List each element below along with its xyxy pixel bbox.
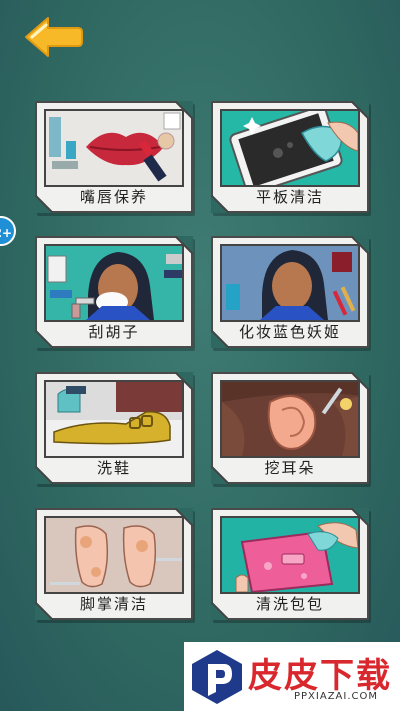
level-card-makeup[interactable]: 化妆蓝色妖姬 <box>211 236 369 348</box>
makeup-art <box>220 244 360 322</box>
lips-lipstick-art <box>44 109 184 187</box>
level-card-foot-cleaning[interactable]: 脚掌清洁 <box>35 508 193 620</box>
level-card-tablet-cleaning[interactable]: 平板清洁 <box>211 101 369 213</box>
card-label: 嘴唇保养 <box>79 188 148 206</box>
card-label: 脚掌清洁 <box>79 595 148 613</box>
bag-washing-art <box>220 516 360 594</box>
shaving-art <box>44 244 184 322</box>
card-label: 洗鞋 <box>96 459 131 477</box>
shoe-washing-art <box>44 380 184 458</box>
card-label: 化妆蓝色妖姬 <box>238 323 341 341</box>
level-card-ear-cleaning[interactable]: 挖耳朵 <box>211 372 369 484</box>
age-rating-badge[interactable]: 2+ <box>0 216 16 246</box>
card-label: 刮胡子 <box>88 323 140 341</box>
back-arrow-icon <box>25 17 83 57</box>
card-label: 平板清洁 <box>255 188 324 206</box>
level-card-shaving[interactable]: 刮胡子 <box>35 236 193 348</box>
card-label: 清洗包包 <box>255 595 324 613</box>
tablet-cleaning-art <box>220 109 360 187</box>
watermark-subtitle: PPXIAZAI.COM <box>294 691 379 702</box>
ear-cleaning-art <box>220 380 360 458</box>
level-card-bag-washing[interactable]: 清洗包包 <box>211 508 369 620</box>
back-button[interactable] <box>22 14 84 60</box>
ppxiazai-logo-icon <box>192 650 242 704</box>
foot-cleaning-art <box>44 516 184 594</box>
watermark-title: 皮皮下载 <box>248 656 392 696</box>
watermark-logo: 皮皮下载 PPXIAZAI.COM <box>184 642 400 711</box>
level-card-lip-care[interactable]: 嘴唇保养 <box>35 101 193 213</box>
level-card-shoe-washing[interactable]: 洗鞋 <box>35 372 193 484</box>
card-label: 挖耳朵 <box>264 459 316 477</box>
